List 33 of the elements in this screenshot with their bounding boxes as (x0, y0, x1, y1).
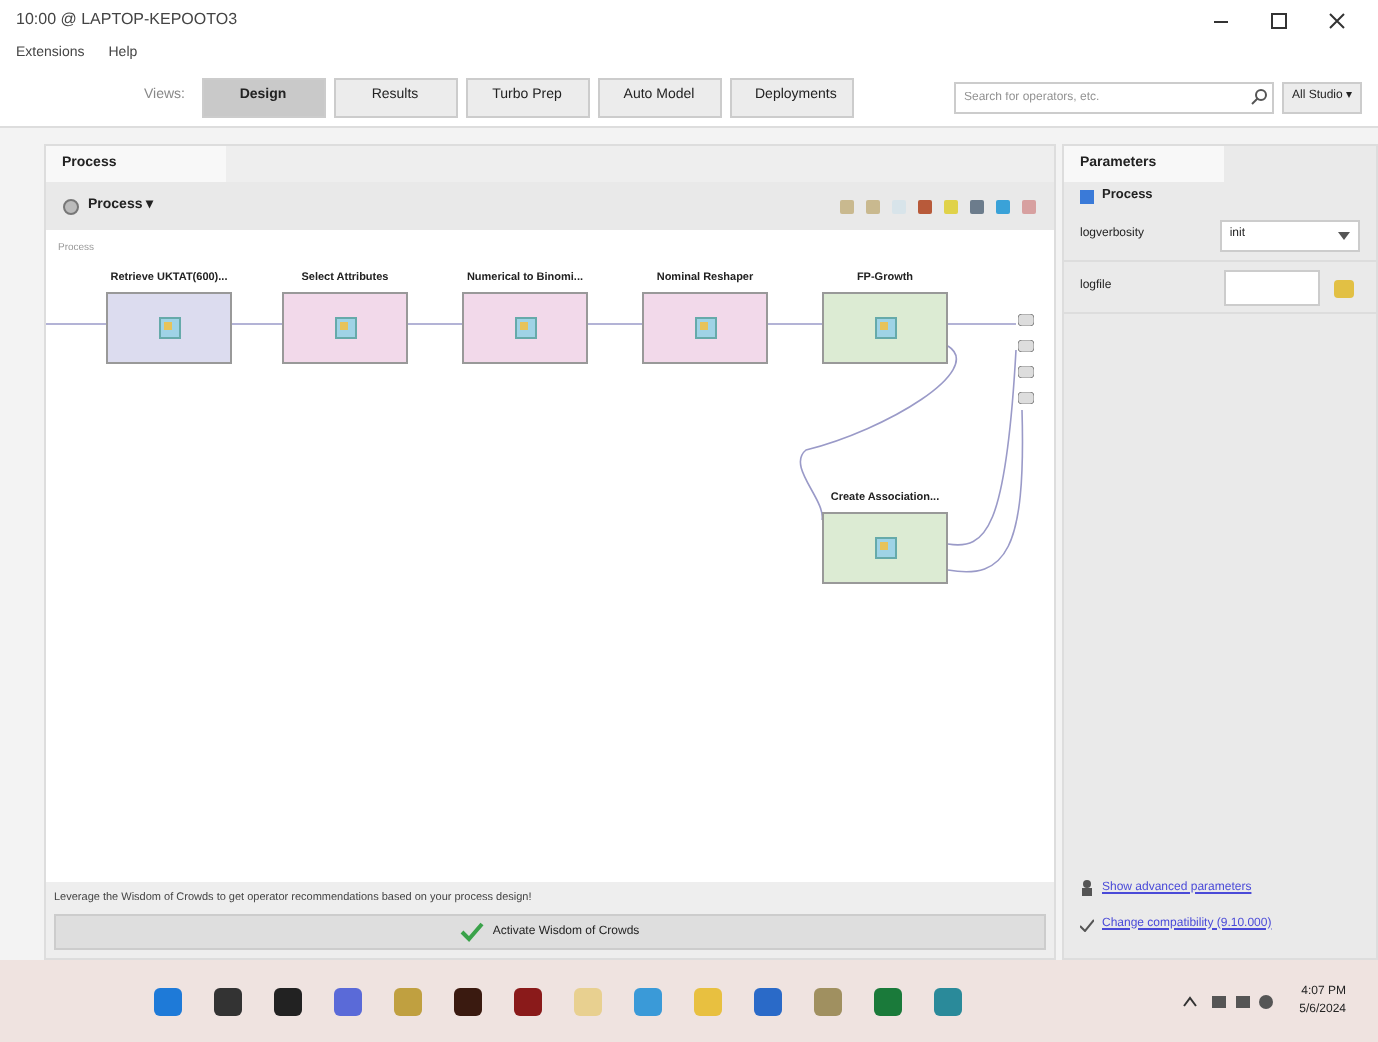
search-icon[interactable] (1249, 87, 1268, 105)
taskbar-icon[interactable] (512, 985, 544, 1017)
operator-icon (513, 316, 537, 341)
close-icon[interactable] (1328, 11, 1346, 29)
connection-line (46, 323, 107, 325)
folder-icon[interactable] (1332, 275, 1356, 299)
checkmark-icon (1080, 917, 1094, 931)
connection-line (231, 323, 283, 325)
taskbar-icon[interactable] (212, 985, 244, 1017)
taskbar-icon[interactable] (272, 985, 304, 1017)
parameter-field[interactable] (1224, 269, 1320, 305)
process-icon (1080, 189, 1094, 203)
operator-node[interactable] (822, 512, 948, 585)
caret-icon (1338, 231, 1350, 239)
maximize-icon[interactable] (1270, 11, 1288, 29)
operator-node[interactable] (106, 292, 232, 365)
operator-node[interactable] (822, 292, 948, 365)
operator-node[interactable] (642, 292, 768, 365)
window-title: 10:00 @ LAPTOP-KEPOOTO3 (16, 8, 238, 32)
connection-line (767, 323, 823, 325)
person-icon (1080, 880, 1094, 896)
operator-icon (157, 316, 181, 341)
operator-node[interactable] (282, 292, 408, 365)
connection-line (947, 323, 1017, 325)
connection-line (587, 323, 643, 325)
operator-icon (873, 536, 897, 561)
operator-icon (333, 316, 357, 341)
connection-line (407, 323, 463, 325)
checkmark-icon (460, 922, 485, 942)
operator-icon (693, 316, 717, 341)
operator-icon (873, 316, 897, 341)
taskbar-icon[interactable] (452, 985, 484, 1017)
operator-node[interactable] (462, 292, 588, 365)
